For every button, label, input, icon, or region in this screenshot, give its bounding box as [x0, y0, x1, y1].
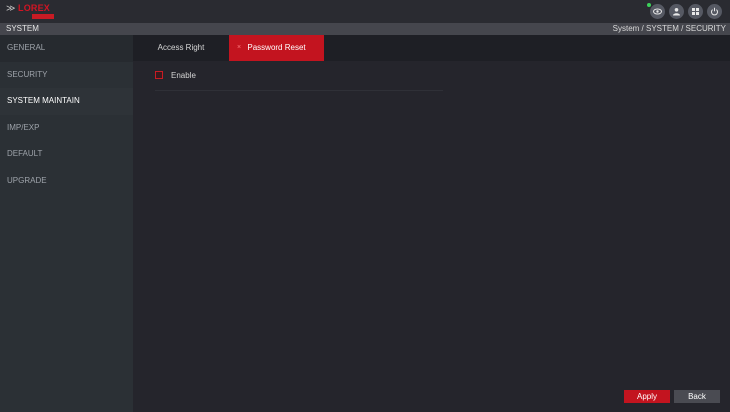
user-icon[interactable]	[669, 4, 684, 19]
enable-row: Enable	[155, 69, 196, 81]
sidebar: GENERAL SECURITY SYSTEM MAINTAIN IMP/EXP…	[0, 35, 133, 412]
status-dot	[647, 3, 651, 7]
sidebar-item-system-maintain[interactable]: SYSTEM MAINTAIN	[0, 88, 133, 115]
page-title: SYSTEM	[6, 24, 39, 33]
lorex-logo: ≫ LOREX	[6, 3, 66, 21]
close-icon: ×	[237, 44, 242, 51]
tab-label: Access Right	[157, 43, 205, 52]
grid-icon[interactable]	[688, 4, 703, 19]
sidebar-item-upgrade[interactable]: UPGRADE	[0, 168, 133, 195]
logo-text: LOREX	[18, 3, 51, 13]
divider	[155, 90, 443, 91]
main-panel: Access Right × Password Reset Enable App…	[133, 35, 730, 412]
title-bar: SYSTEM System / SYSTEM / SECURITY	[0, 23, 730, 35]
tab-bar: Access Right × Password Reset	[133, 35, 730, 61]
sidebar-item-security[interactable]: SECURITY	[0, 62, 133, 89]
sidebar-item-general[interactable]: GENERAL	[0, 35, 133, 62]
tab-label: Password Reset	[247, 43, 306, 52]
back-button[interactable]: Back	[674, 390, 720, 403]
logo-chevron-icon: ≫	[6, 3, 16, 13]
sidebar-item-imp-exp[interactable]: IMP/EXP	[0, 115, 133, 142]
tab-access-right[interactable]: Access Right	[133, 35, 229, 61]
breadcrumb: System / SYSTEM / SECURITY	[612, 24, 726, 33]
eye-icon[interactable]	[647, 3, 665, 19]
enable-checkbox[interactable]	[155, 71, 163, 79]
sidebar-item-default[interactable]: DEFAULT	[0, 141, 133, 168]
logo-badge	[32, 14, 54, 19]
tab-password-reset[interactable]: × Password Reset	[229, 35, 324, 61]
top-icon-group	[647, 3, 722, 19]
enable-label: Enable	[171, 70, 196, 80]
apply-button[interactable]: Apply	[624, 390, 670, 403]
top-bar: ≫ LOREX	[0, 0, 730, 23]
power-icon[interactable]	[707, 4, 722, 19]
